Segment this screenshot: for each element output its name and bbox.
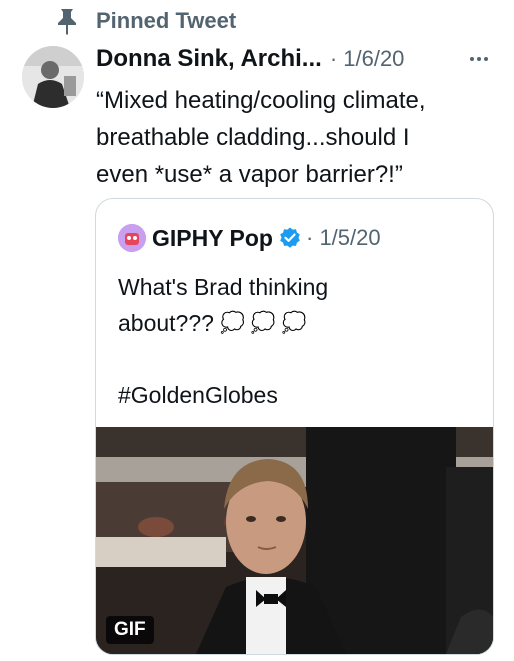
quoted-text-line: What's Brad thinking (118, 274, 329, 300)
tweet-date[interactable]: · 1/6/20 (330, 46, 405, 72)
pin-icon (58, 9, 76, 35)
gif-badge: GIF (106, 616, 154, 644)
thought-bubble-icon: 💭 (250, 312, 276, 334)
more-icon[interactable] (468, 50, 490, 68)
quoted-tweet-date[interactable]: · 1/5/20 (306, 225, 381, 251)
gif-media[interactable]: GIF (96, 427, 493, 654)
tweet-header: Donna Sink, Archi... · 1/6/20 (96, 42, 500, 76)
gif-image (96, 427, 493, 654)
thought-bubble-icon: 💭 (219, 312, 245, 334)
giphy-avatar[interactable] (118, 224, 146, 252)
quoted-author-name[interactable]: GIPHY Pop (152, 225, 273, 252)
pinned-tweet-indicator: Pinned Tweet (52, 6, 236, 36)
avatar[interactable] (22, 46, 84, 108)
quoted-tweet-header: GIPHY Pop · 1/5/20 (118, 221, 381, 255)
verified-badge-icon (280, 227, 300, 248)
quoted-text-line: about??? (118, 310, 214, 336)
tweet-text-line: even *use* a vapor barrier?!” (96, 161, 403, 188)
tweet-text-line: “Mixed heating/cooling climate, (96, 87, 426, 114)
quoted-tweet-card[interactable]: GIPHY Pop · 1/5/20 What's Brad thinking … (95, 198, 494, 655)
author-name[interactable]: Donna Sink, Archi... (96, 45, 322, 73)
pinned-label: Pinned Tweet (96, 8, 237, 33)
thought-bubble-icon: 💭 (281, 312, 307, 334)
quoted-tweet-text: What's Brad thinking about??? 💭 💭 💭 #Gol… (118, 269, 478, 413)
tweet-text: “Mixed heating/cooling climate, breathab… (96, 82, 506, 193)
tweet-text-line: breathable cladding...should I (96, 124, 410, 151)
hashtag-link[interactable]: #GoldenGlobes (118, 377, 478, 413)
quoted-text-line-with-emoji: about??? 💭 💭 💭 (118, 305, 478, 341)
